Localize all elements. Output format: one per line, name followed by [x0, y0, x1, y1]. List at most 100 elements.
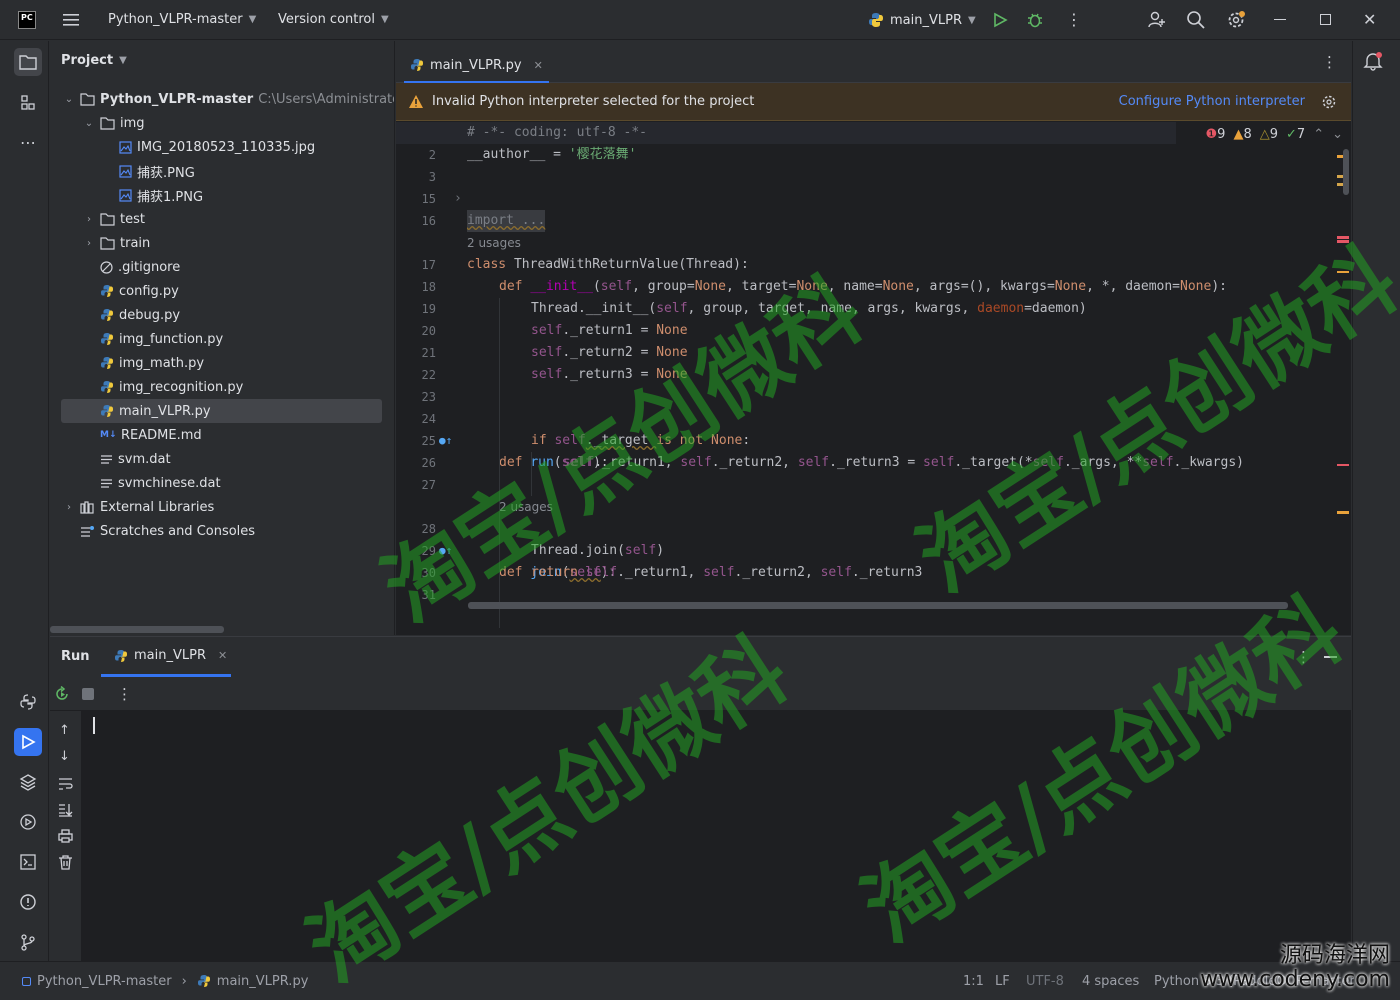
tree-root[interactable]: ⌄ Python_VLPR-master C:\Users\Administra…	[63, 87, 394, 111]
close-window-button[interactable]: ✕	[1363, 10, 1376, 29]
file-encoding[interactable]: UTF-8	[1026, 974, 1064, 989]
code-line-19[interactable]: Thread.__init__(self, group, target, nam…	[396, 298, 1351, 320]
editor-vertical-scrollbar[interactable]	[1343, 149, 1349, 195]
editor-tabs-menu-button[interactable]: ⋮	[1322, 53, 1337, 71]
tree-item[interactable]: ⌄ img	[83, 111, 145, 135]
notifications-button[interactable]	[1363, 51, 1383, 71]
scroll-down-button[interactable]: ↓	[59, 749, 70, 764]
code-line-28[interactable]: ●↑ def join(self):	[396, 518, 1351, 580]
code-line-1[interactable]: # -*- coding: utf-8 -*-	[396, 122, 1351, 144]
rerun-button[interactable]	[54, 686, 70, 702]
tree-item[interactable]: 捕获1.PNG	[102, 183, 203, 207]
gear-icon[interactable]	[1321, 94, 1337, 110]
error-stripe[interactable]	[1337, 147, 1351, 647]
run-tool-button[interactable]	[14, 728, 42, 756]
breadcrumb-project[interactable]: Python_VLPR-master	[37, 974, 172, 989]
code-line-3[interactable]: › import ...	[396, 166, 1351, 232]
search-button[interactable]	[1186, 10, 1206, 30]
soft-wrap-button[interactable]	[58, 777, 73, 791]
tree-item[interactable]: svm.dat	[83, 447, 171, 471]
chevron-right-icon[interactable]: ›	[83, 214, 95, 225]
tree-item[interactable]: M↓ README.md	[83, 423, 202, 447]
code-line-30[interactable]: return self._return1, self._return2, sel…	[396, 562, 1351, 584]
tree-item[interactable]: svmchinese.dat	[83, 471, 221, 495]
code-line-25[interactable]: if self._target is not None:	[396, 430, 1351, 452]
tree-item[interactable]: img_math.py	[83, 351, 204, 375]
close-tab-icon[interactable]: ✕	[218, 649, 227, 662]
run-tab-main-vlpr[interactable]: main_VLPR ✕	[101, 637, 231, 677]
editor-tab-main-vlpr[interactable]: main_VLPR.py ✕	[404, 49, 549, 83]
layers-tool-button[interactable]	[14, 768, 42, 796]
code-line-24[interactable]: ●↑ def run(self):	[396, 408, 1351, 470]
code-line-2[interactable]: __author__ = '樱花落舞'	[396, 144, 1351, 166]
code-line-29[interactable]: Thread.join(self)	[396, 540, 1351, 562]
settings-button[interactable]	[1226, 10, 1246, 30]
line-number[interactable]: 31	[396, 584, 436, 606]
close-tab-icon[interactable]: ✕	[534, 59, 543, 72]
structure-tool-button[interactable]	[14, 88, 42, 116]
scroll-up-button[interactable]: ↑	[59, 723, 70, 738]
run-console[interactable]	[81, 711, 1351, 962]
project-panel-title[interactable]: Project ▼	[61, 53, 127, 68]
line-separator[interactable]: LF	[995, 974, 1010, 989]
more-actions-button[interactable]: ⋮	[1066, 12, 1082, 28]
project-switcher[interactable]: Python_VLPR-master ▼	[108, 12, 256, 27]
line-number[interactable]: 27	[396, 474, 436, 496]
tree-item[interactable]: › train	[83, 231, 150, 255]
indent-setting[interactable]: 4 spaces	[1082, 974, 1139, 989]
minimize-button[interactable]	[1274, 19, 1286, 20]
tree-item[interactable]: img_function.py	[83, 327, 223, 351]
code-line-18[interactable]: def __init__(self, group=None, target=No…	[396, 276, 1351, 298]
chevron-right-icon[interactable]: ›	[83, 238, 95, 249]
clear-all-button[interactable]	[58, 855, 73, 870]
code-token: self	[820, 565, 852, 580]
app-logo[interactable]: PC	[18, 11, 36, 29]
project-tool-button[interactable]	[14, 48, 42, 76]
tree-scratches[interactable]: Scratches and Consoles	[63, 519, 255, 543]
print-button[interactable]	[58, 829, 73, 843]
maximize-button[interactable]	[1320, 14, 1331, 25]
services-tool-button[interactable]	[14, 808, 42, 836]
tree-item[interactable]: config.py	[83, 279, 179, 303]
add-user-button[interactable]	[1147, 10, 1167, 30]
usages-hint[interactable]: 2 usages	[499, 500, 553, 514]
stop-button[interactable]	[82, 688, 94, 700]
line-number[interactable]: 23	[396, 386, 436, 408]
tree-item[interactable]: 捕获.PNG	[102, 159, 195, 183]
main-menu-button[interactable]	[62, 12, 80, 28]
caret-position[interactable]: 1:1	[963, 974, 984, 989]
project-horizontal-scrollbar[interactable]	[50, 626, 224, 633]
terminal-tool-button[interactable]	[14, 848, 42, 876]
scroll-to-end-button[interactable]	[58, 803, 73, 817]
more-tools-button[interactable]: ⋯	[14, 128, 42, 156]
run-toolbar-more-button[interactable]: ⋮	[117, 685, 132, 703]
code-line-21[interactable]: self._return2 = None	[396, 342, 1351, 364]
debug-button[interactable]	[1027, 11, 1043, 29]
fold-arrow-icon[interactable]: ›	[454, 188, 462, 210]
tree-item[interactable]: main_VLPR.py	[61, 399, 382, 423]
folded-imports[interactable]: import ...	[467, 210, 546, 232]
run-panel-options-button[interactable]: ⋮	[1296, 648, 1311, 666]
breadcrumb-file[interactable]: main_VLPR.py	[217, 974, 309, 989]
vcs-menu[interactable]: Version control ▼	[278, 12, 389, 27]
chevron-down-icon[interactable]: ⌄	[83, 118, 95, 129]
tree-item[interactable]: debug.py	[83, 303, 180, 327]
git-tool-button[interactable]	[14, 928, 42, 956]
code-line-26[interactable]: self._return1, self._return2, self._retu…	[396, 452, 1351, 474]
problems-tool-button[interactable]	[14, 888, 42, 916]
configure-interpreter-link[interactable]: Configure Python interpreter	[1119, 94, 1305, 109]
code-line-17[interactable]: class ThreadWithReturnValue(Thread):	[396, 254, 1351, 276]
tree-item[interactable]: .gitignore	[83, 255, 180, 279]
python-packages-tool-button[interactable]	[14, 688, 42, 716]
run-button[interactable]	[992, 12, 1008, 28]
code-line-22[interactable]: self._return3 = None	[396, 364, 1351, 386]
run-panel-hide-button[interactable]	[1324, 656, 1337, 658]
editor-horizontal-scrollbar[interactable]	[468, 602, 1288, 609]
tree-external-libraries[interactable]: › External Libraries	[63, 495, 214, 519]
tree-item[interactable]: IMG_20180523_110335.jpg	[102, 135, 315, 159]
run-config-selector[interactable]: main_VLPR ▼	[868, 12, 976, 28]
usages-hint[interactable]: 2 usages	[467, 236, 521, 250]
tree-item[interactable]: › test	[83, 207, 145, 231]
code-line-20[interactable]: self._return1 = None	[396, 320, 1351, 342]
tree-item[interactable]: img_recognition.py	[83, 375, 243, 399]
